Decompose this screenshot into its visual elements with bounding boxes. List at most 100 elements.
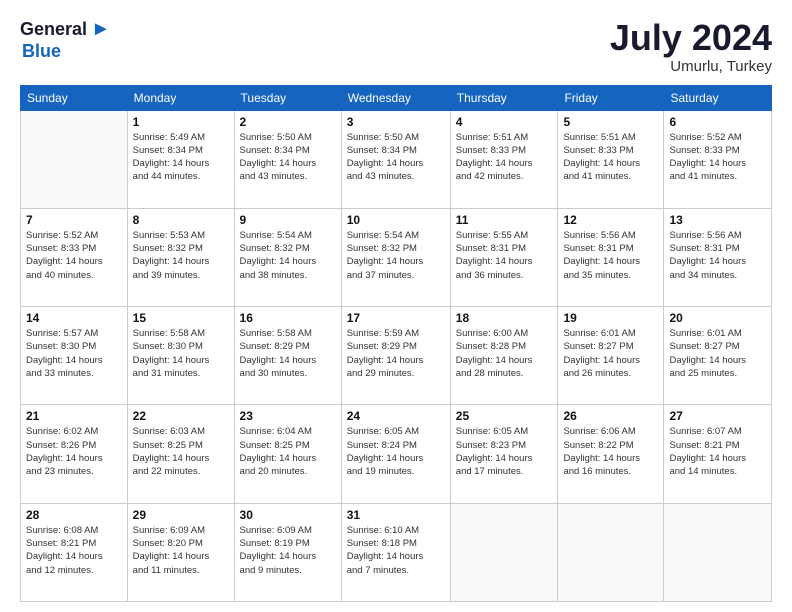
day-info: Sunrise: 5:50 AMSunset: 8:34 PMDaylight:… (240, 131, 336, 184)
day-info: Sunrise: 5:52 AMSunset: 8:33 PMDaylight:… (26, 229, 122, 282)
table-row: 4 Sunrise: 5:51 AMSunset: 8:33 PMDaylight… (450, 110, 558, 208)
table-row: 25 Sunrise: 6:05 AMSunset: 8:23 PMDayligh… (450, 405, 558, 503)
table-row: 13Sunrise: 5:56 AMSunset: 8:31 PMDayligh… (664, 208, 772, 306)
table-row (558, 503, 664, 601)
day-number: 25 (456, 409, 553, 423)
day-number: 31 (347, 508, 445, 522)
page-header: General ► Blue July 2024 Umurlu, Turkey (20, 18, 772, 75)
day-number: 28 (26, 508, 122, 522)
header-friday: Friday (558, 85, 664, 110)
day-info: Sunrise: 6:06 AMSunset: 8:22 PMDaylight:… (563, 425, 658, 478)
table-row: 16 Sunrise: 5:58 AMSunset: 8:29 PMDayligh… (234, 307, 341, 405)
day-number: 15 (133, 311, 229, 325)
table-row: 18 Sunrise: 6:00 AMSunset: 8:28 PMDayligh… (450, 307, 558, 405)
logo: General ► Blue (20, 18, 111, 62)
day-info: Sunrise: 5:58 AMSunset: 8:29 PMDaylight:… (240, 327, 336, 380)
calendar-header-row: Sunday Monday Tuesday Wednesday Thursday… (21, 85, 772, 110)
header-thursday: Thursday (450, 85, 558, 110)
table-row: 5 Sunrise: 5:51 AMSunset: 8:33 PMDaylight… (558, 110, 664, 208)
day-number: 12 (563, 213, 658, 227)
table-row: 17 Sunrise: 5:59 AMSunset: 8:29 PMDayligh… (341, 307, 450, 405)
day-info: Sunrise: 6:05 AMSunset: 8:23 PMDaylight:… (456, 425, 553, 478)
header-wednesday: Wednesday (341, 85, 450, 110)
day-number: 16 (240, 311, 336, 325)
day-info: Sunrise: 6:07 AMSunset: 8:21 PMDaylight:… (669, 425, 766, 478)
day-number: 29 (133, 508, 229, 522)
header-sunday: Sunday (21, 85, 128, 110)
logo-chevron-icon: ► (91, 18, 111, 41)
day-info: Sunrise: 5:54 AMSunset: 8:32 PMDaylight:… (347, 229, 445, 282)
day-number: 22 (133, 409, 229, 423)
day-number: 14 (26, 311, 122, 325)
day-number: 24 (347, 409, 445, 423)
day-info: Sunrise: 6:01 AMSunset: 8:27 PMDaylight:… (563, 327, 658, 380)
table-row: 3Sunrise: 5:50 AMSunset: 8:34 PMDaylight… (341, 110, 450, 208)
day-number: 9 (240, 213, 336, 227)
calendar-week-row: 14 Sunrise: 5:57 AMSunset: 8:30 PMDayligh… (21, 307, 772, 405)
day-info: Sunrise: 6:00 AMSunset: 8:28 PMDaylight:… (456, 327, 553, 380)
day-info: Sunrise: 5:49 AMSunset: 8:34 PMDaylight:… (133, 131, 229, 184)
page-subtitle: Umurlu, Turkey (610, 58, 772, 75)
day-info: Sunrise: 6:03 AMSunset: 8:25 PMDaylight:… (133, 425, 229, 478)
day-number: 10 (347, 213, 445, 227)
day-info: Sunrise: 5:57 AMSunset: 8:30 PMDaylight:… (26, 327, 122, 380)
table-row: 6 Sunrise: 5:52 AMSunset: 8:33 PMDaylight… (664, 110, 772, 208)
header-saturday: Saturday (664, 85, 772, 110)
table-row: 30Sunrise: 6:09 AMSunset: 8:19 PMDayligh… (234, 503, 341, 601)
table-row: 10 Sunrise: 5:54 AMSunset: 8:32 PMDayligh… (341, 208, 450, 306)
title-block: July 2024 Umurlu, Turkey (610, 18, 772, 75)
table-row: 1 Sunrise: 5:49 AMSunset: 8:34 PMDaylight… (127, 110, 234, 208)
day-number: 13 (669, 213, 766, 227)
day-number: 21 (26, 409, 122, 423)
table-row: 31Sunrise: 6:10 AMSunset: 8:18 PMDayligh… (341, 503, 450, 601)
day-number: 4 (456, 115, 553, 129)
table-row: 20 Sunrise: 6:01 AMSunset: 8:27 PMDayligh… (664, 307, 772, 405)
day-info: Sunrise: 6:09 AMSunset: 8:20 PMDaylight:… (133, 524, 229, 577)
day-number: 5 (563, 115, 658, 129)
table-row: 28 Sunrise: 6:08 AMSunset: 8:21 PMDayligh… (21, 503, 128, 601)
day-info: Sunrise: 5:50 AMSunset: 8:34 PMDaylight:… (347, 131, 445, 184)
day-info: Sunrise: 6:04 AMSunset: 8:25 PMDaylight:… (240, 425, 336, 478)
day-number: 27 (669, 409, 766, 423)
day-info: Sunrise: 5:51 AMSunset: 8:33 PMDaylight:… (456, 131, 553, 184)
table-row: 14 Sunrise: 5:57 AMSunset: 8:30 PMDayligh… (21, 307, 128, 405)
day-number: 7 (26, 213, 122, 227)
day-number: 11 (456, 213, 553, 227)
calendar-week-row: 21 Sunrise: 6:02 AMSunset: 8:26 PMDayligh… (21, 405, 772, 503)
day-info: Sunrise: 6:05 AMSunset: 8:24 PMDaylight:… (347, 425, 445, 478)
day-number: 20 (669, 311, 766, 325)
table-row: 27 Sunrise: 6:07 AMSunset: 8:21 PMDayligh… (664, 405, 772, 503)
day-number: 17 (347, 311, 445, 325)
day-info: Sunrise: 6:02 AMSunset: 8:26 PMDaylight:… (26, 425, 122, 478)
logo-blue: Blue (22, 41, 61, 62)
table-row: 7 Sunrise: 5:52 AMSunset: 8:33 PMDaylight… (21, 208, 128, 306)
day-info: Sunrise: 5:58 AMSunset: 8:30 PMDaylight:… (133, 327, 229, 380)
table-row: 23Sunrise: 6:04 AMSunset: 8:25 PMDayligh… (234, 405, 341, 503)
table-row: 11Sunrise: 5:55 AMSunset: 8:31 PMDayligh… (450, 208, 558, 306)
day-number: 1 (133, 115, 229, 129)
table-row: 2Sunrise: 5:50 AMSunset: 8:34 PMDaylight… (234, 110, 341, 208)
day-number: 6 (669, 115, 766, 129)
day-number: 19 (563, 311, 658, 325)
day-info: Sunrise: 6:08 AMSunset: 8:21 PMDaylight:… (26, 524, 122, 577)
table-row (21, 110, 128, 208)
day-info: Sunrise: 6:09 AMSunset: 8:19 PMDaylight:… (240, 524, 336, 577)
day-number: 18 (456, 311, 553, 325)
day-info: Sunrise: 6:01 AMSunset: 8:27 PMDaylight:… (669, 327, 766, 380)
table-row: 29 Sunrise: 6:09 AMSunset: 8:20 PMDayligh… (127, 503, 234, 601)
day-info: Sunrise: 5:52 AMSunset: 8:33 PMDaylight:… (669, 131, 766, 184)
table-row (450, 503, 558, 601)
calendar-table: Sunday Monday Tuesday Wednesday Thursday… (20, 85, 772, 602)
table-row: 22 Sunrise: 6:03 AMSunset: 8:25 PMDayligh… (127, 405, 234, 503)
table-row: 12Sunrise: 5:56 AMSunset: 8:31 PMDayligh… (558, 208, 664, 306)
calendar-week-row: 28 Sunrise: 6:08 AMSunset: 8:21 PMDayligh… (21, 503, 772, 601)
day-info: Sunrise: 5:51 AMSunset: 8:33 PMDaylight:… (563, 131, 658, 184)
day-info: Sunrise: 5:59 AMSunset: 8:29 PMDaylight:… (347, 327, 445, 380)
logo-general: General (20, 19, 87, 40)
calendar-week-row: 1 Sunrise: 5:49 AMSunset: 8:34 PMDaylight… (21, 110, 772, 208)
table-row: 21 Sunrise: 6:02 AMSunset: 8:26 PMDayligh… (21, 405, 128, 503)
header-tuesday: Tuesday (234, 85, 341, 110)
day-info: Sunrise: 5:53 AMSunset: 8:32 PMDaylight:… (133, 229, 229, 282)
table-row (664, 503, 772, 601)
table-row: 19 Sunrise: 6:01 AMSunset: 8:27 PMDayligh… (558, 307, 664, 405)
